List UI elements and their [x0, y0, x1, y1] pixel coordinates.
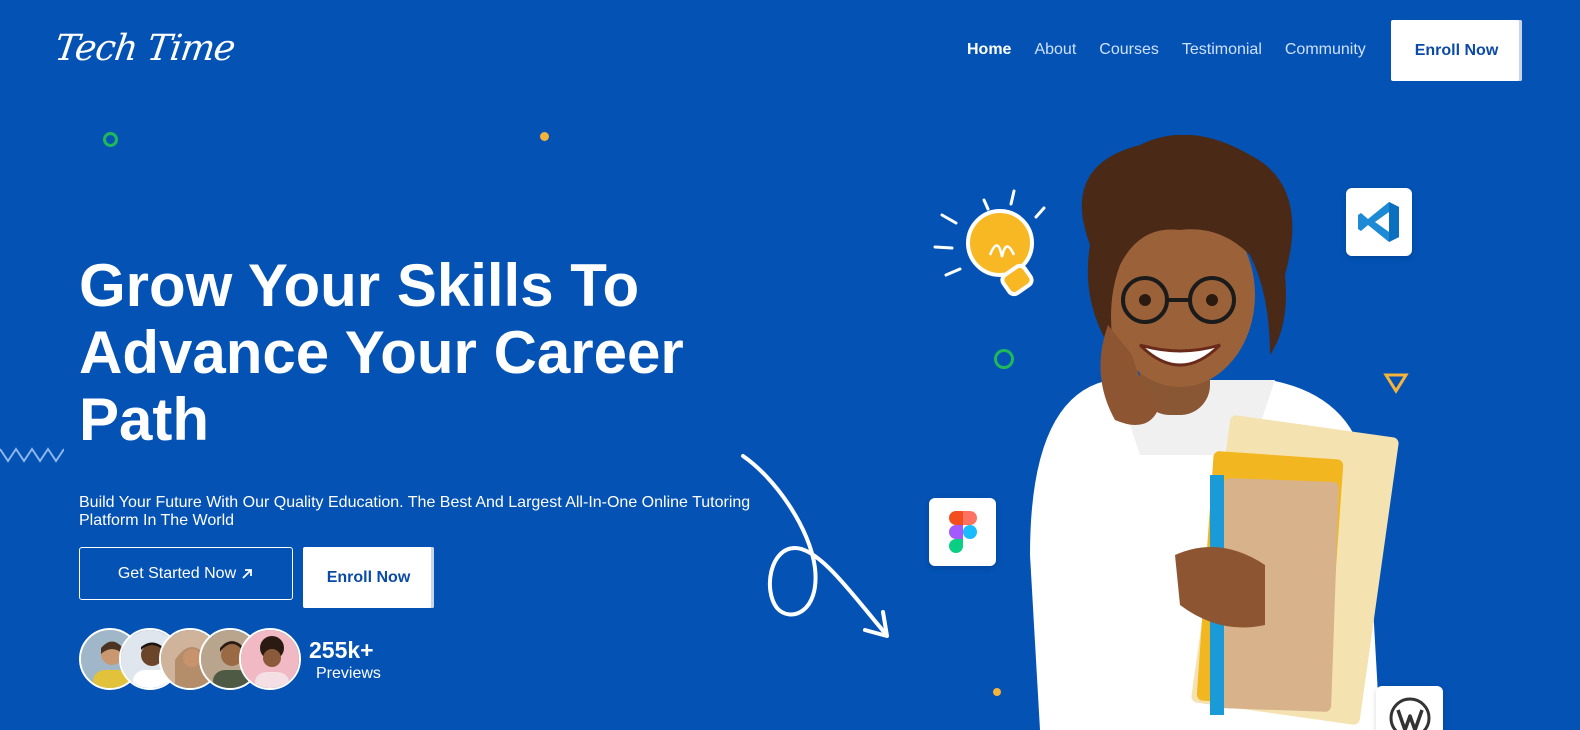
- zigzag-decoration: [0, 447, 64, 463]
- page-scrollbar[interactable]: [1568, 0, 1580, 730]
- previews-label: Previews: [316, 665, 381, 682]
- green-ring-decoration: [103, 132, 118, 147]
- yellow-dot-decoration: [540, 132, 549, 141]
- nav-item-testimonial[interactable]: Testimonial: [1182, 40, 1262, 60]
- nav-item-about[interactable]: About: [1034, 40, 1076, 60]
- student-photo: [1030, 135, 1399, 730]
- get-started-button[interactable]: Get Started Now: [79, 547, 293, 600]
- wordpress-card: [1376, 686, 1443, 730]
- header-enroll-button[interactable]: Enroll Now: [1391, 20, 1522, 81]
- main-nav: Home About Courses Testimonial Community: [967, 40, 1366, 60]
- previews-count: 255k+: [309, 637, 374, 663]
- nav-item-community[interactable]: Community: [1285, 40, 1366, 60]
- arrow-up-right-icon: [242, 568, 253, 579]
- figma-card: [929, 498, 996, 566]
- vscode-card: [1346, 188, 1412, 256]
- hero-title-line: Advance Your Career: [79, 319, 684, 386]
- hero-title: Grow Your Skills To Advance Your Career …: [79, 252, 799, 453]
- avatar: [239, 628, 301, 690]
- hero-title-line: Path: [79, 386, 210, 453]
- landing-page: Tech Time Home About Courses Testimonial…: [0, 0, 1580, 730]
- nav-item-courses[interactable]: Courses: [1099, 40, 1159, 60]
- hero-title-line: Grow Your Skills To: [79, 252, 640, 319]
- nav-item-home[interactable]: Home: [967, 40, 1011, 60]
- student-avatars: [79, 628, 319, 691]
- hero-illustration: [920, 120, 1480, 730]
- curly-arrow-decoration: [741, 454, 889, 638]
- get-started-label: Get Started Now: [117, 564, 237, 582]
- hero-subtitle: Build Your Future With Our Quality Educa…: [79, 494, 751, 529]
- brand-logo[interactable]: Tech Time: [51, 24, 237, 74]
- vscode-icon: [1358, 202, 1399, 242]
- figma-icon: [948, 511, 977, 553]
- wordpress-icon: [1389, 697, 1430, 730]
- enroll-now-button[interactable]: Enroll Now: [303, 547, 434, 608]
